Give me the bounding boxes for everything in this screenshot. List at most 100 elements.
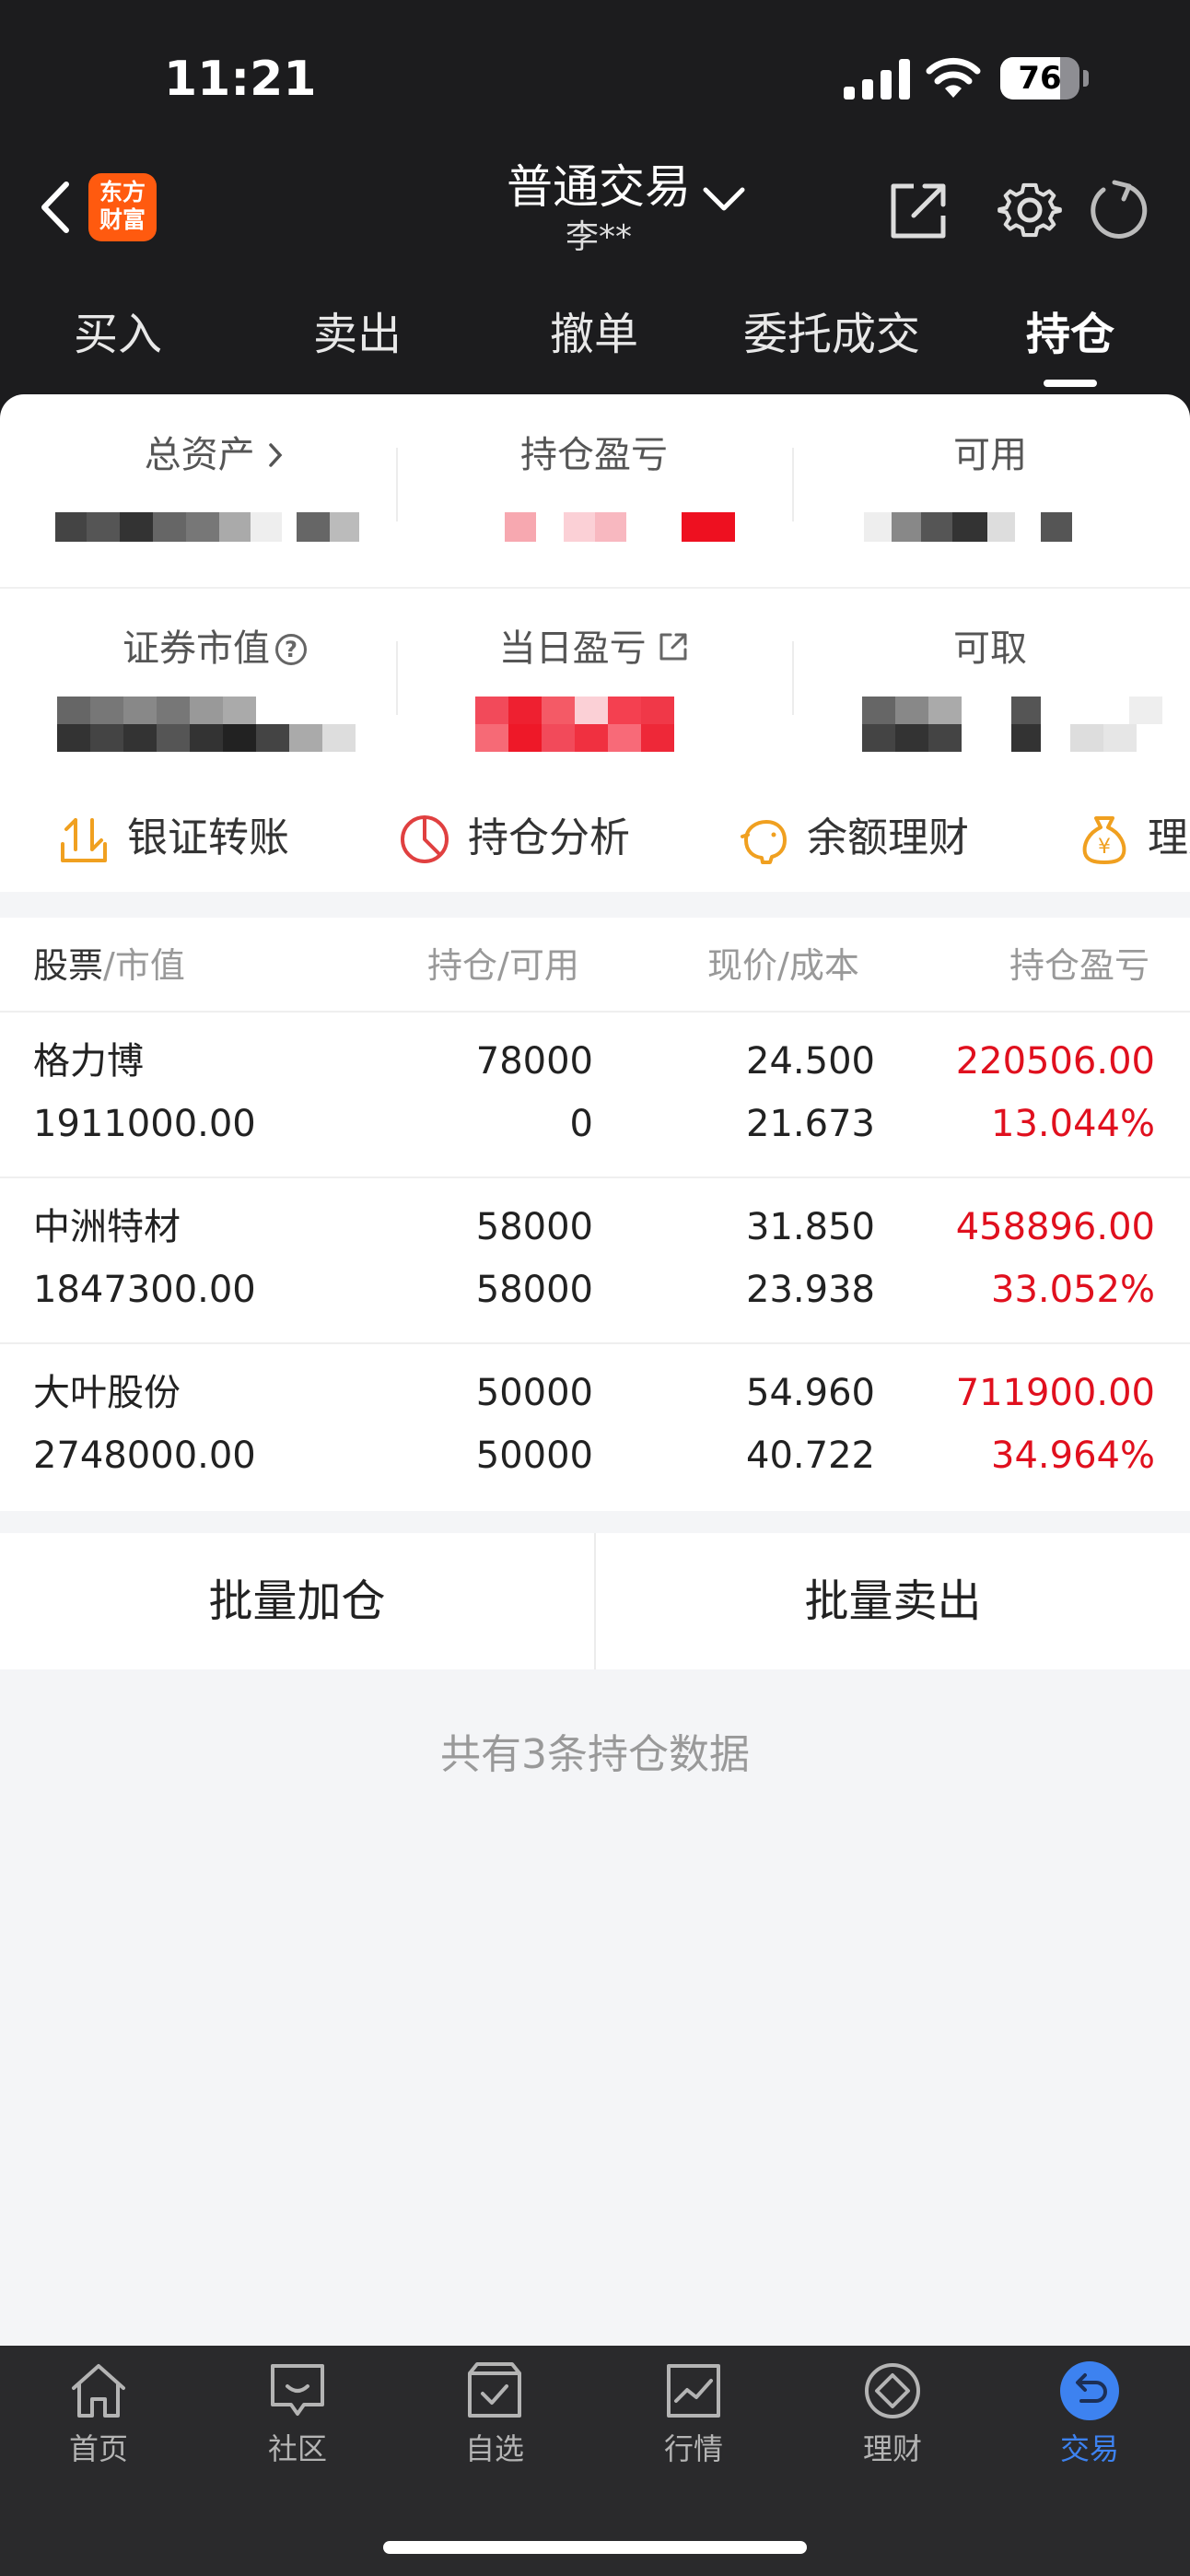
position-pnl: 持仓盈亏 [396, 429, 792, 481]
watchlist-icon [468, 2362, 521, 2418]
community-icon [271, 2364, 324, 2416]
cost-price: 23.938 [746, 1269, 875, 1311]
current-price: 31.850 [746, 1206, 875, 1248]
header-position-pnl[interactable]: 持仓盈亏 [1009, 938, 1190, 993]
external-link-icon [659, 633, 687, 661]
bank-transfer-button[interactable]: 银证转账 [57, 802, 333, 875]
tab-positions[interactable]: 持仓 [1006, 295, 1135, 374]
position-analysis-button[interactable]: 持仓分析 [398, 802, 674, 875]
status-bar: 11:21 76 [0, 0, 1190, 157]
share-icon[interactable] [886, 179, 951, 243]
header-stock-market-value[interactable]: 股票/市值 [33, 938, 185, 993]
battery-cap [1083, 70, 1089, 87]
market-value: 2748000.00 [33, 1434, 256, 1477]
summary-divider [792, 448, 794, 521]
current-price: 24.500 [746, 1040, 875, 1083]
summary-row-divider [0, 587, 1190, 589]
summary-divider [396, 448, 398, 521]
nav-home[interactable]: 首页 [25, 2346, 172, 2473]
tab-sell[interactable]: 卖出 [293, 295, 422, 374]
home-indicator [383, 2541, 807, 2554]
position-pnl-label: 持仓盈亏 [520, 434, 668, 476]
available-qty: 50000 [475, 1434, 593, 1477]
battery-level: 76 [1018, 60, 1062, 97]
status-time: 11:21 [164, 52, 317, 107]
tab-buy[interactable]: 买入 [53, 295, 182, 374]
trade-icon [1060, 2361, 1119, 2420]
position-pnl-redacted [505, 512, 735, 542]
nav-market[interactable]: 行情 [620, 2346, 767, 2473]
market-value-label: 证券市值 [122, 627, 270, 670]
trade-tabs: 买入 卖出 撤单 委托成交 持仓 [0, 295, 1190, 396]
balance-finance-button[interactable]: 余额理财 [737, 802, 1013, 875]
transfer-icon [61, 818, 107, 862]
available-label: 可用 [953, 434, 1027, 476]
table-divider [0, 1177, 1190, 1178]
pnl-amount: 220506.00 [955, 1040, 1155, 1083]
table-row[interactable]: 中洲特材 1847300.00 58000 58000 31.850 23.93… [0, 1183, 1190, 1349]
table-row[interactable]: 格力博 1911000.00 78000 0 24.500 21.673 220… [0, 1017, 1190, 1183]
page-title: 普通交易 [507, 160, 691, 214]
summary-divider [396, 641, 398, 715]
pnl-amount: 458896.00 [955, 1206, 1155, 1248]
nav-community[interactable]: 社区 [224, 2346, 371, 2473]
nav-watchlist[interactable]: 自选 [421, 2346, 568, 2473]
wealth-management-label: 理财 [1148, 814, 1190, 861]
piggy-bank-icon [741, 820, 787, 864]
position-qty: 50000 [475, 1372, 593, 1414]
home-icon [72, 2364, 125, 2418]
current-price: 54.960 [746, 1372, 875, 1414]
header-position-available[interactable]: 持仓/可用 [427, 938, 579, 993]
withdrawable: 可取 [792, 623, 1188, 674]
total-assets[interactable]: 总资产 [17, 429, 413, 481]
market-value-redacted [57, 697, 357, 752]
balance-finance-label: 余额理财 [807, 814, 969, 861]
batch-sell-button[interactable]: 批量卖出 [596, 1533, 1190, 1669]
today-pnl[interactable]: 当日盈亏 [396, 623, 792, 674]
battery-icon: 76 [1000, 57, 1079, 100]
today-pnl-label: 当日盈亏 [498, 627, 647, 670]
back-arrow-icon[interactable] [33, 175, 79, 240]
chevron-down-icon[interactable] [700, 181, 748, 217]
svg-text:¥: ¥ [1098, 836, 1111, 859]
account-name: 李** [565, 218, 632, 256]
finance-icon [865, 2363, 920, 2418]
available-redacted [864, 512, 1076, 542]
pnl-percent: 33.052% [991, 1269, 1155, 1311]
bank-transfer-label: 银证转账 [127, 814, 289, 861]
chevron-right-icon [269, 443, 283, 467]
stock-name: 格力博 [33, 1040, 144, 1083]
nav-finance[interactable]: 理财 [819, 2346, 966, 2473]
nav-trade[interactable]: 交易 [1016, 2346, 1163, 2473]
total-assets-label: 总资产 [144, 434, 255, 476]
market-value: 1911000.00 [33, 1103, 256, 1145]
stock-name: 大叶股份 [33, 1372, 181, 1414]
table-row[interactable]: 大叶股份 2748000.00 50000 50000 54.960 40.72… [0, 1349, 1190, 1515]
help-icon[interactable]: ? [275, 634, 307, 665]
available-qty: 0 [569, 1103, 593, 1145]
refresh-icon[interactable] [1087, 179, 1149, 241]
tab-orders-trades[interactable]: 委托成交 [728, 295, 936, 374]
tab-cancel-order[interactable]: 撤单 [530, 295, 659, 374]
batch-add-button[interactable]: 批量加仓 [0, 1533, 594, 1669]
market-value: 证券市值? [17, 623, 413, 674]
active-tab-indicator [1044, 380, 1097, 387]
account-switcher[interactable]: 普通交易 李** [461, 157, 737, 258]
table-divider [0, 1011, 1190, 1013]
pnl-percent: 13.044% [991, 1103, 1155, 1145]
header-price-cost[interactable]: 现价/成本 [707, 938, 859, 993]
gear-icon[interactable] [995, 175, 1065, 245]
position-qty: 58000 [475, 1206, 593, 1248]
pnl-amount: 711900.00 [955, 1372, 1155, 1414]
wifi-icon [926, 57, 981, 98]
pie-chart-icon [401, 815, 449, 863]
position-analysis-label: 持仓分析 [468, 814, 630, 861]
cost-price: 40.722 [746, 1434, 875, 1477]
available-qty: 58000 [475, 1269, 593, 1311]
wealth-management-button[interactable]: ¥ 理财 [1078, 802, 1190, 875]
app-logo[interactable]: 东方 财富 [88, 173, 157, 241]
money-bag-icon: ¥ [1082, 816, 1126, 864]
available-funds: 可用 [792, 429, 1188, 481]
total-assets-redacted [55, 512, 359, 542]
summary-divider [792, 641, 794, 715]
